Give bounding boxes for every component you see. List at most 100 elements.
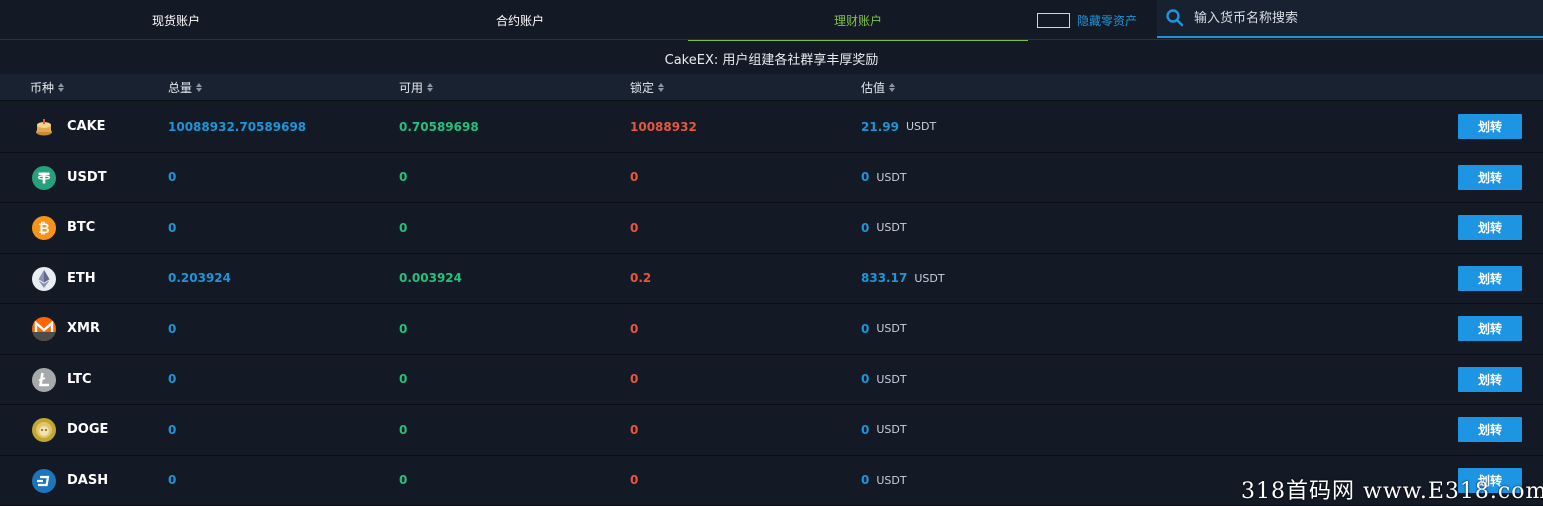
valuation-unit: USDT	[876, 221, 906, 234]
available-amount: 0	[399, 153, 407, 203]
table-row: CAKE 10088932.70589698 0.70589698 100889…	[0, 102, 1543, 153]
usdt-icon	[32, 166, 56, 190]
coin-name: LTC	[67, 355, 92, 405]
transfer-button[interactable]: 划转	[1458, 215, 1522, 240]
locked-amount: 0.2	[630, 254, 651, 304]
transfer-button[interactable]: 划转	[1458, 316, 1522, 341]
table-row: LTC 0 0 0 0 USDT 划转	[0, 355, 1543, 406]
litecoin-icon	[32, 368, 56, 392]
locked-amount: 0	[630, 456, 638, 506]
valuation: 0 USDT	[861, 153, 907, 203]
locked-amount: 0	[630, 153, 638, 203]
account-tabs-bar: 现货账户 合约账户 理财账户 隐藏零资产	[0, 0, 1543, 40]
sort-icon[interactable]	[58, 83, 64, 92]
search-box[interactable]	[1157, 0, 1543, 38]
valuation-unit: USDT	[876, 423, 906, 436]
total-amount: 0.203924	[168, 254, 231, 304]
valuation: 0 USDT	[861, 355, 907, 405]
transfer-button[interactable]: 划转	[1458, 114, 1522, 139]
total-amount: 0	[168, 304, 176, 354]
valuation: 0 USDT	[861, 456, 907, 506]
tab-spot-account[interactable]: 现货账户	[0, 0, 352, 40]
transfer-button[interactable]: 划转	[1458, 417, 1522, 442]
sort-icon[interactable]	[889, 83, 895, 92]
sort-icon[interactable]	[427, 83, 433, 92]
coin-name: DOGE	[67, 405, 108, 455]
valuation-amount: 0	[861, 322, 869, 336]
locked-amount: 0	[630, 203, 638, 253]
valuation-unit: USDT	[876, 171, 906, 184]
svg-text:₿: ₿	[38, 221, 49, 237]
valuation-unit: USDT	[876, 322, 906, 335]
cake-icon	[32, 115, 56, 139]
coin-name: BTC	[67, 203, 95, 253]
column-header-value[interactable]: 估值	[861, 74, 895, 101]
total-amount: 0	[168, 355, 176, 405]
table-row: ETH 0.203924 0.003924 0.2 833.17 USDT 划转	[0, 254, 1543, 305]
valuation-unit: USDT	[876, 474, 906, 487]
column-locked-label: 锁定	[630, 79, 654, 96]
valuation: 0 USDT	[861, 203, 907, 253]
column-coin-label: 币种	[30, 79, 54, 96]
valuation-amount: 0	[861, 372, 869, 386]
total-amount: 0	[168, 203, 176, 253]
available-amount: 0	[399, 456, 407, 506]
transfer-button[interactable]: 划转	[1458, 266, 1522, 291]
column-available-label: 可用	[399, 79, 423, 96]
coin-name: USDT	[67, 153, 107, 203]
valuation-amount: 0	[861, 423, 869, 437]
column-value-label: 估值	[861, 79, 885, 96]
column-header-total[interactable]: 总量	[168, 74, 202, 101]
valuation-amount: 0	[861, 221, 869, 235]
monero-icon	[32, 317, 56, 341]
total-amount: 0	[168, 456, 176, 506]
column-header-locked[interactable]: 锁定	[630, 74, 664, 101]
tab-contract-account[interactable]: 合约账户	[352, 0, 688, 40]
tab-finance-account[interactable]: 理财账户	[688, 0, 1028, 40]
sort-icon[interactable]	[196, 83, 202, 92]
column-total-label: 总量	[168, 79, 192, 96]
coin-name: CAKE	[67, 102, 106, 152]
column-header-coin[interactable]: 币种	[30, 74, 64, 101]
watermark: 318首码网 www.E318.com	[1241, 473, 1543, 505]
available-amount: 0.70589698	[399, 102, 479, 152]
valuation-unit: USDT	[876, 373, 906, 386]
ethereum-icon	[32, 267, 56, 291]
coin-name: ETH	[67, 254, 96, 304]
valuation-unit: USDT	[906, 120, 936, 133]
available-amount: 0	[399, 355, 407, 405]
valuation-amount: 0	[861, 473, 869, 487]
valuation: 0 USDT	[861, 304, 907, 354]
locked-amount: 10088932	[630, 102, 697, 152]
transfer-button[interactable]: 划转	[1458, 165, 1522, 190]
total-amount: 0	[168, 405, 176, 455]
coin-name: XMR	[67, 304, 100, 354]
valuation: 0 USDT	[861, 405, 907, 455]
transfer-button[interactable]: 划转	[1458, 367, 1522, 392]
locked-amount: 0	[630, 355, 638, 405]
valuation-amount: 0	[861, 170, 869, 184]
valuation-amount: 833.17	[861, 271, 907, 285]
valuation-amount: 21.99	[861, 120, 899, 134]
table-row: XMR 0 0 0 0 USDT 划转	[0, 304, 1543, 355]
table-row: DOGE 0 0 0 0 USDT 划转	[0, 405, 1543, 456]
table-row: ₿ BTC 0 0 0 0 USDT 划转	[0, 203, 1543, 254]
sort-icon[interactable]	[658, 83, 664, 92]
table-header: 币种 总量 可用 锁定 估值	[0, 74, 1543, 101]
coin-name: DASH	[67, 456, 108, 506]
valuation-unit: USDT	[914, 272, 944, 285]
promo-banner: CakeEX: 用户组建各社群享丰厚奖励	[0, 42, 1543, 74]
hide-zero-label[interactable]: 隐藏零资产	[1077, 12, 1137, 29]
available-amount: 0.003924	[399, 254, 462, 304]
dash-icon	[32, 469, 56, 493]
table-row: USDT 0 0 0 0 USDT 划转	[0, 153, 1543, 204]
available-amount: 0	[399, 203, 407, 253]
search-icon[interactable]	[1165, 8, 1185, 28]
hide-zero-checkbox[interactable]	[1037, 13, 1070, 28]
search-input[interactable]	[1192, 10, 1522, 27]
hide-zero-toggle[interactable]: 隐藏零资产	[1037, 11, 1137, 29]
valuation: 833.17 USDT	[861, 254, 945, 304]
valuation: 21.99 USDT	[861, 102, 936, 152]
column-header-available[interactable]: 可用	[399, 74, 433, 101]
locked-amount: 0	[630, 304, 638, 354]
